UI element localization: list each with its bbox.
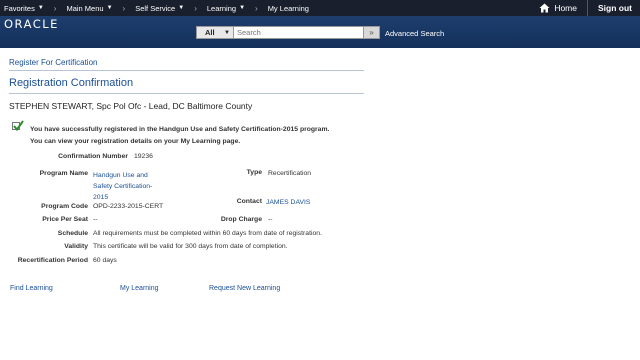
success-check-icon: [12, 120, 24, 132]
nav-main-menu-label: Main Menu: [66, 3, 104, 13]
schedule-label: Schedule: [57, 230, 88, 237]
find-learning-link[interactable]: Find Learning: [10, 285, 53, 292]
search-input[interactable]: [234, 26, 364, 39]
type-label: Type: [246, 169, 262, 176]
confirmation-line-1: You have successfully registered in the …: [30, 126, 330, 133]
nav-my-learning-label: My Learning: [267, 3, 309, 13]
caret-down-icon: ▼: [239, 5, 246, 11]
signout-link[interactable]: Sign out: [588, 3, 640, 13]
header-banner: ORACLE All ▼ » Advanced Search: [0, 16, 640, 48]
home-link[interactable]: Home: [529, 3, 587, 13]
breadcrumb-divider: [9, 70, 364, 71]
global-search: All ▼ »: [196, 26, 380, 39]
contact-label: Contact: [236, 198, 262, 205]
nav-favorites[interactable]: Favorites ▼: [0, 0, 48, 16]
schedule-value: All requirements must be completed withi…: [93, 230, 322, 237]
recertification-period-value: 60 days: [93, 257, 117, 264]
oracle-logo: ORACLE: [4, 17, 59, 31]
nav-self-service-label: Self Service: [135, 3, 176, 13]
nav-learning[interactable]: Learning ▼: [203, 0, 249, 16]
search-scope-select[interactable]: All ▼: [196, 26, 234, 39]
title-divider: [9, 93, 364, 94]
validity-value: This certificate will be valid for 300 d…: [93, 243, 288, 250]
nav-self-service[interactable]: Self Service ▼: [131, 0, 188, 16]
nav-learning-label: Learning: [206, 3, 237, 13]
caret-down-icon: ▼: [224, 29, 230, 36]
price-per-seat-value: --: [93, 216, 98, 223]
request-new-learning-link[interactable]: Request New Learning: [209, 285, 280, 292]
program-name-line-2: Safety Certification-: [93, 183, 153, 190]
nav-main-menu[interactable]: Main Menu ▼: [62, 0, 116, 16]
program-name-line-3: 2015: [93, 194, 109, 201]
program-name-line-1: Handgun Use and: [93, 172, 148, 179]
recertification-period-label: Recertification Period: [17, 257, 88, 264]
nav-separator-icon: ›: [194, 3, 197, 13]
home-link-label: Home: [554, 3, 577, 13]
nav-my-learning[interactable]: My Learning: [264, 0, 313, 16]
page-title: Registration Confirmation: [9, 77, 134, 89]
caret-down-icon: ▼: [106, 5, 113, 11]
program-code-label: Program Code: [41, 203, 88, 210]
nav-separator-icon: ›: [122, 3, 126, 13]
confirmation-message: You have successfully registered in the …: [30, 124, 329, 148]
program-code-value: OPD-2233-2015-CERT: [93, 203, 164, 210]
drop-charge-label: Drop Charge: [220, 216, 262, 223]
program-name-label: Program Name: [39, 170, 88, 177]
caret-down-icon: ▼: [37, 5, 44, 11]
page-breadcrumb[interactable]: Register For Certification: [9, 58, 97, 67]
confirmation-line-2: You can view your registration details o…: [30, 138, 241, 145]
advanced-search-link[interactable]: Advanced Search: [385, 29, 444, 38]
validity-label: Validity: [64, 243, 88, 250]
confirmation-number-label: Confirmation Number: [58, 153, 128, 160]
nav-separator-icon: ›: [53, 3, 57, 13]
type-value: Recertification: [268, 170, 312, 177]
nav-favorites-label: Favorites: [4, 3, 35, 13]
learner-name: STEPHEN STEWART, Spc Pol Ofc - Lead, DC …: [9, 101, 253, 111]
search-go-button[interactable]: »: [364, 26, 380, 39]
search-scope-label: All: [205, 28, 215, 37]
my-learning-link[interactable]: My Learning: [120, 285, 159, 292]
checkmark-icon: [13, 120, 24, 132]
nav-separator-icon: ›: [255, 3, 258, 13]
program-name-link[interactable]: Handgun Use and Safety Certification- 20…: [93, 170, 152, 203]
double-chevron-right-icon: »: [369, 28, 374, 37]
top-nav-bar: Favorites ▼ › Main Menu ▼ › Self Service…: [0, 0, 640, 16]
top-nav-right: Home Sign out: [529, 0, 640, 16]
drop-charge-value: --: [268, 216, 273, 223]
home-icon: [539, 3, 550, 13]
price-per-seat-label: Price Per Seat: [42, 216, 88, 223]
caret-down-icon: ▼: [178, 5, 185, 11]
contact-link[interactable]: JAMES DAVIS: [266, 199, 310, 206]
confirmation-number-value: 19236: [134, 153, 153, 160]
